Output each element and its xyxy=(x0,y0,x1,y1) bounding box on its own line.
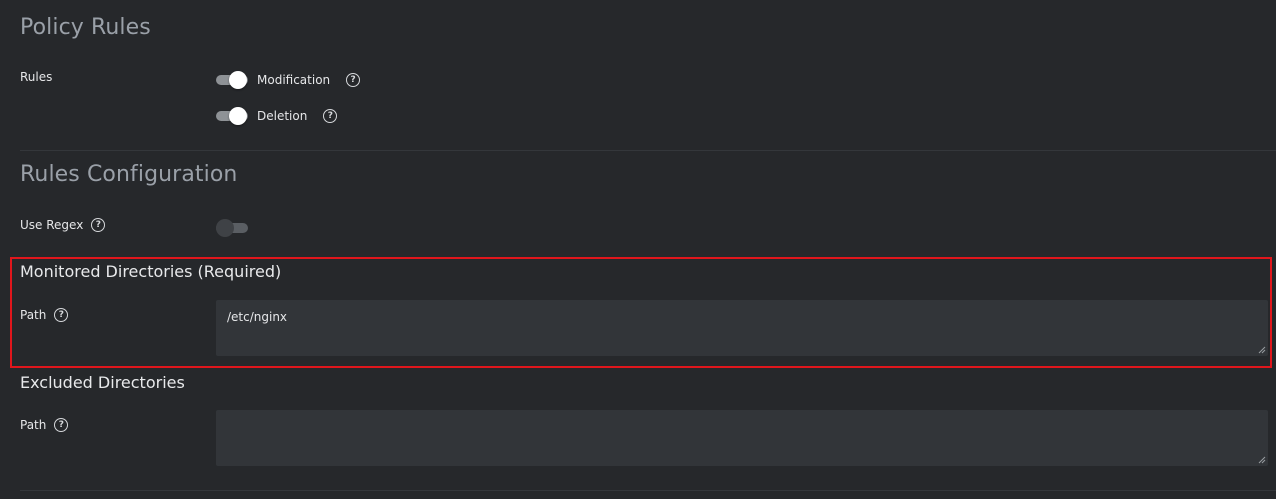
deletion-label: Deletion xyxy=(257,109,308,123)
question-circle-icon[interactable]: ? xyxy=(346,73,361,87)
excluded-directories-title: Excluded Directories xyxy=(20,373,185,392)
modification-toggle[interactable] xyxy=(216,70,248,90)
section-divider xyxy=(20,150,1276,151)
question-circle-icon[interactable]: ? xyxy=(323,109,338,123)
rules-configuration-title: Rules Configuration xyxy=(20,162,238,187)
question-circle-icon[interactable]: ? xyxy=(54,308,69,322)
deletion-toggle[interactable] xyxy=(216,106,248,126)
policy-form: Policy Rules Rules Modification ? Deleti… xyxy=(0,0,1276,499)
excluded-path-input[interactable] xyxy=(216,410,1268,466)
monitored-path-label-text: Path xyxy=(20,308,47,322)
resize-grip-icon[interactable] xyxy=(1258,346,1266,354)
monitored-directories-title: Monitored Directories (Required) xyxy=(20,262,282,281)
toggle-knob xyxy=(229,71,247,89)
monitored-path-label: Path ? xyxy=(20,308,69,322)
question-circle-icon[interactable]: ? xyxy=(54,418,69,432)
toggle-knob xyxy=(216,219,234,237)
resize-grip-icon[interactable] xyxy=(1258,456,1266,464)
toggle-knob xyxy=(229,107,247,125)
modification-label: Modification xyxy=(257,73,331,87)
section-divider xyxy=(20,490,1276,491)
policy-rules-title: Policy Rules xyxy=(20,15,151,40)
deletion-row: Deletion ? xyxy=(216,106,338,126)
use-regex-toggle[interactable] xyxy=(216,218,248,238)
question-circle-icon[interactable]: ? xyxy=(91,218,106,232)
rules-label: Rules xyxy=(20,70,52,84)
excluded-path-label: Path ? xyxy=(20,418,69,432)
rules-label-text: Rules xyxy=(20,70,53,84)
excluded-path-label-text: Path xyxy=(20,418,47,432)
use-regex-label-text: Use Regex xyxy=(20,218,84,232)
use-regex-row xyxy=(216,218,248,238)
use-regex-label: Use Regex ? xyxy=(20,218,106,232)
monitored-path-input[interactable] xyxy=(216,300,1268,356)
modification-row: Modification ? xyxy=(216,70,361,90)
